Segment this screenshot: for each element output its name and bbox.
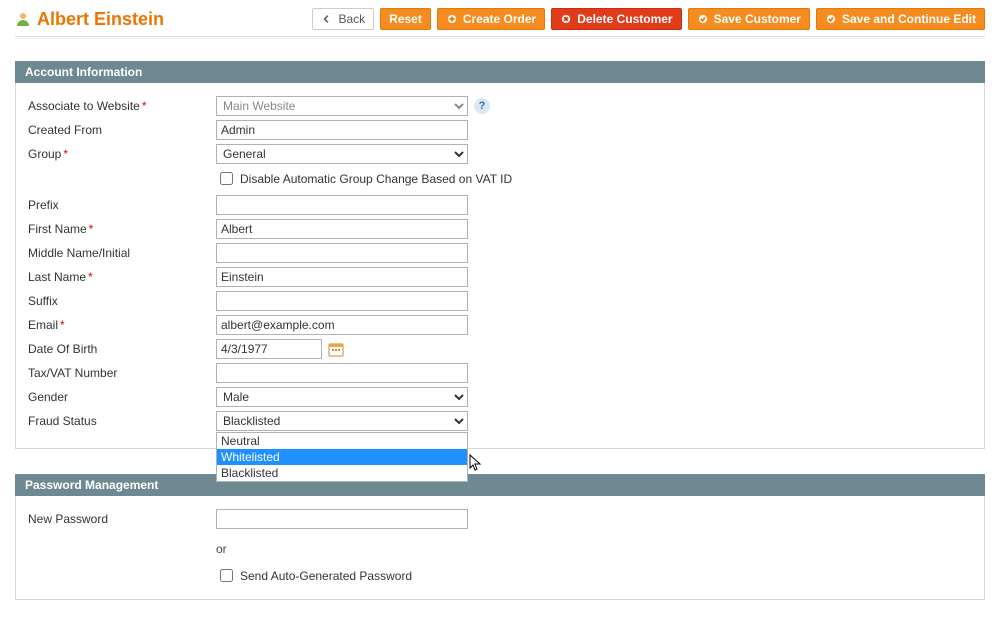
new-password-input[interactable] xyxy=(216,509,468,529)
header-divider xyxy=(15,36,985,39)
last-name-label: Last Name xyxy=(28,270,86,284)
header-actions: Back Reset Create Order Delete Customer xyxy=(312,8,985,30)
or-text: or xyxy=(216,532,974,566)
fraud-status-label: Fraud Status xyxy=(28,414,97,428)
required-star: * xyxy=(89,222,94,236)
password-management-body: New Password or Send Auto-Generated Pass… xyxy=(15,496,985,600)
fraud-option-neutral[interactable]: Neutral xyxy=(217,433,467,449)
customer-icon xyxy=(15,11,31,27)
arrow-left-icon xyxy=(321,13,333,25)
save-continue-button[interactable]: Save and Continue Edit xyxy=(816,8,985,30)
dob-label: Date Of Birth xyxy=(28,342,97,356)
delete-customer-label: Delete Customer xyxy=(577,12,672,26)
fraud-status-select[interactable]: Blacklisted xyxy=(216,411,468,431)
associate-website-select[interactable]: Main Website xyxy=(216,96,468,116)
check-icon xyxy=(697,13,709,25)
required-star: * xyxy=(142,99,147,113)
save-customer-button[interactable]: Save Customer xyxy=(688,8,810,30)
email-label: Email xyxy=(28,318,58,332)
close-icon xyxy=(560,13,572,25)
auto-password-label: Send Auto-Generated Password xyxy=(240,569,412,583)
reset-button[interactable]: Reset xyxy=(380,8,431,30)
group-select[interactable]: General xyxy=(216,144,468,164)
gender-label: Gender xyxy=(28,390,68,404)
group-label: Group xyxy=(28,147,61,161)
help-icon[interactable]: ? xyxy=(474,98,490,114)
required-star: * xyxy=(88,270,93,284)
save-continue-label: Save and Continue Edit xyxy=(842,12,976,26)
tax-label: Tax/VAT Number xyxy=(28,366,117,380)
reset-label: Reset xyxy=(389,12,422,26)
disable-auto-group-checkbox[interactable] xyxy=(220,172,233,185)
required-star: * xyxy=(60,318,65,332)
password-management-header: Password Management xyxy=(15,474,985,496)
prefix-input[interactable] xyxy=(216,195,468,215)
create-order-button[interactable]: Create Order xyxy=(437,8,545,30)
auto-password-checkbox[interactable] xyxy=(220,569,233,582)
calendar-icon[interactable] xyxy=(328,341,344,357)
prefix-label: Prefix xyxy=(28,198,59,212)
new-password-label: New Password xyxy=(28,512,108,526)
fraud-option-blacklisted[interactable]: Blacklisted xyxy=(217,465,467,481)
check-icon xyxy=(825,13,837,25)
fraud-status-dropdown-open[interactable]: Neutral Whitelisted Blacklisted xyxy=(216,432,468,482)
account-info-header: Account Information xyxy=(15,61,985,83)
associate-label: Associate to Website xyxy=(28,99,140,113)
fraud-option-whitelisted[interactable]: Whitelisted xyxy=(217,449,467,465)
middle-name-input[interactable] xyxy=(216,243,468,263)
back-button[interactable]: Back xyxy=(312,8,374,30)
created-from-input[interactable] xyxy=(216,120,468,140)
back-label: Back xyxy=(338,12,365,26)
created-from-label: Created From xyxy=(28,123,102,137)
first-name-label: First Name xyxy=(28,222,87,236)
last-name-input[interactable] xyxy=(216,267,468,287)
disable-auto-group-label: Disable Automatic Group Change Based on … xyxy=(240,172,512,186)
suffix-input[interactable] xyxy=(216,291,468,311)
suffix-label: Suffix xyxy=(28,294,58,308)
page-title: Albert Einstein xyxy=(37,9,164,30)
required-star: * xyxy=(63,147,68,161)
tax-input[interactable] xyxy=(216,363,468,383)
middle-name-label: Middle Name/Initial xyxy=(28,246,130,260)
dob-input[interactable] xyxy=(216,339,322,359)
save-customer-label: Save Customer xyxy=(714,12,801,26)
create-order-label: Create Order xyxy=(463,12,536,26)
first-name-input[interactable] xyxy=(216,219,468,239)
delete-customer-button[interactable]: Delete Customer xyxy=(551,8,681,30)
account-info-body: Associate to Website* Main Website ? Cre… xyxy=(15,83,985,449)
gender-select[interactable]: Male xyxy=(216,387,468,407)
plus-icon xyxy=(446,13,458,25)
email-input[interactable] xyxy=(216,315,468,335)
